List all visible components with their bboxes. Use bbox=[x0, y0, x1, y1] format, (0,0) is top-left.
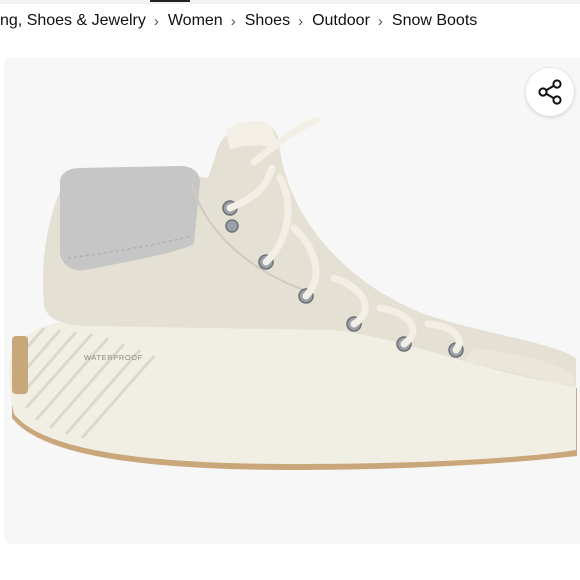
share-button[interactable] bbox=[526, 68, 574, 116]
boot-waterproof-print: WATERPROOF bbox=[84, 353, 143, 362]
top-edge-marker bbox=[150, 0, 190, 2]
breadcrumb-item-shoes[interactable]: Shoes bbox=[245, 12, 290, 30]
breadcrumb-item-snow-boots[interactable]: Snow Boots bbox=[392, 12, 477, 30]
breadcrumb-item-outdoor[interactable]: Outdoor bbox=[312, 12, 370, 30]
breadcrumb-separator: › bbox=[377, 12, 383, 30]
share-icon bbox=[538, 79, 562, 105]
breadcrumb-item-clothing-shoes-jewelry[interactable]: ng, Shoes & Jewelry bbox=[0, 12, 146, 30]
breadcrumb: ng, Shoes & Jewelry › Women › Shoes › Ou… bbox=[0, 9, 580, 33]
breadcrumb-separator: › bbox=[153, 12, 159, 30]
breadcrumb-separator: › bbox=[230, 12, 236, 30]
boot-heel-tab bbox=[12, 336, 28, 394]
top-edge-bar bbox=[0, 0, 580, 4]
product-image-snow-boot[interactable]: WATERPROOF bbox=[4, 58, 580, 544]
breadcrumb-separator: › bbox=[298, 12, 304, 30]
product-image-panel[interactable]: WATERPROOF bbox=[4, 58, 580, 544]
breadcrumb-item-women[interactable]: Women bbox=[168, 12, 223, 30]
